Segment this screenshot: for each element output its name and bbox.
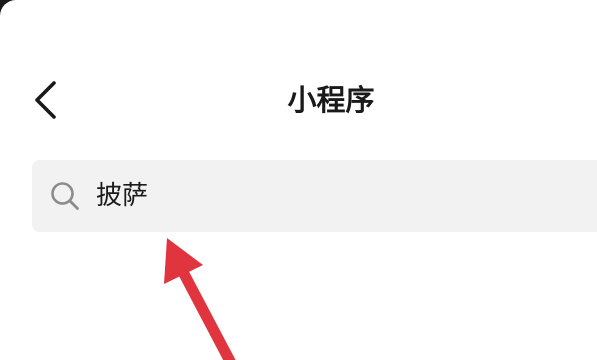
navigation-bar: 小程序 — [0, 62, 597, 138]
page-title: 小程序 — [287, 83, 375, 117]
search-icon — [51, 182, 79, 210]
search-bar[interactable] — [32, 160, 597, 232]
red-annotation-arrow — [164, 238, 236, 360]
mini-program-search-screen: 小程序 — [0, 0, 597, 360]
search-input[interactable] — [96, 177, 576, 215]
